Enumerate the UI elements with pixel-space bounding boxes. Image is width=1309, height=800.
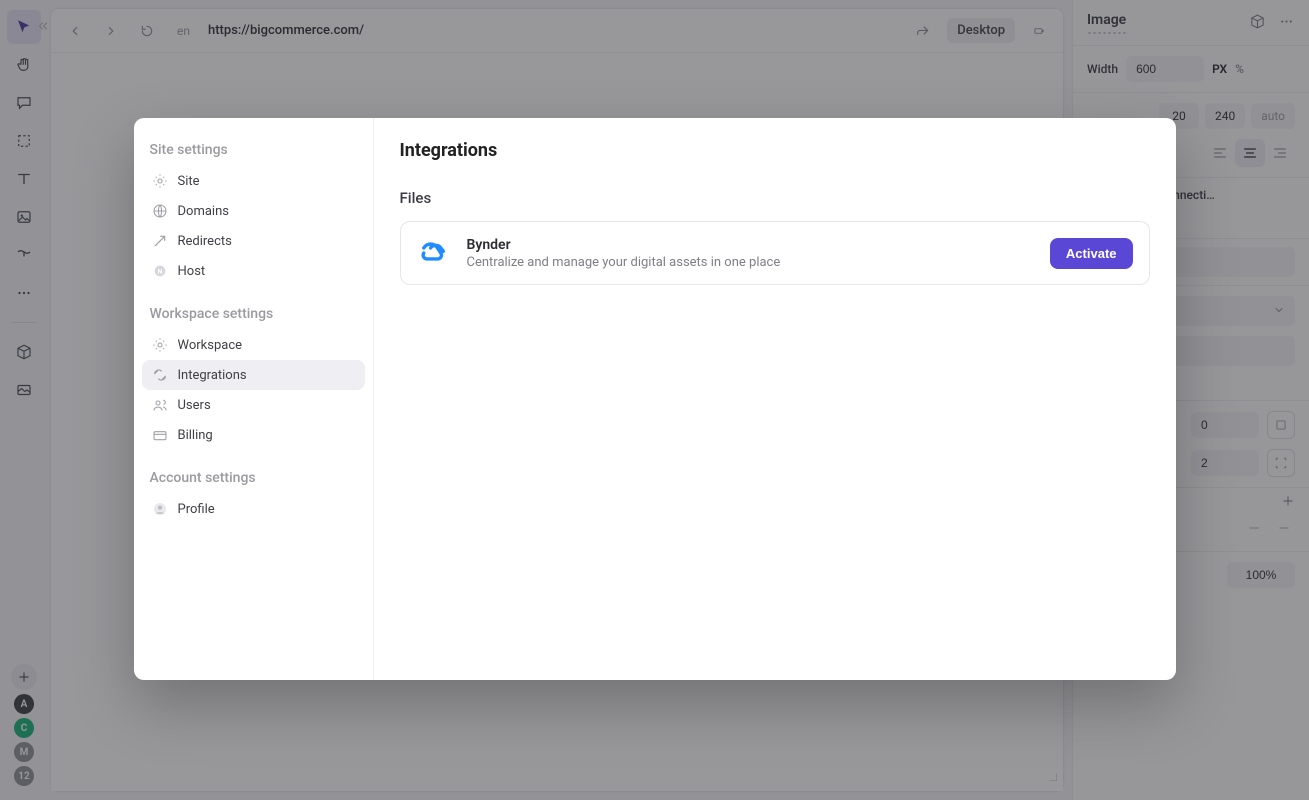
sidebar-item-label: Domains <box>178 204 229 219</box>
sidebar-item-host[interactable]: N Host <box>142 256 365 286</box>
integration-description: Centralize and manage your digital asset… <box>467 255 1034 270</box>
files-section-heading: Files <box>400 189 1150 207</box>
sidebar-item-label: Redirects <box>178 234 232 249</box>
activate-button[interactable]: Activate <box>1050 238 1133 269</box>
sidebar-item-redirects[interactable]: Redirects <box>142 226 365 256</box>
sidebar-item-label: Users <box>178 398 211 413</box>
sidebar-item-label: Site <box>178 174 200 189</box>
sidebar-item-workspace[interactable]: Workspace <box>142 330 365 360</box>
section-title-workspace: Workspace settings <box>142 298 365 330</box>
settings-page-title: Integrations <box>400 140 1150 161</box>
settings-main: Integrations Files Bynder Centralize and… <box>374 118 1176 680</box>
sidebar-item-site[interactable]: Site <box>142 166 365 196</box>
sidebar-item-profile[interactable]: Profile <box>142 494 365 524</box>
sidebar-item-integrations[interactable]: Integrations <box>142 360 365 390</box>
sidebar-item-label: Workspace <box>178 338 243 353</box>
integration-name: Bynder <box>467 237 1034 253</box>
settings-modal-overlay[interactable]: Site settings Site Domains Redirects N H… <box>0 0 1309 800</box>
settings-sidebar: Site settings Site Domains Redirects N H… <box>134 118 374 680</box>
sidebar-item-label: Billing <box>178 428 213 443</box>
sidebar-item-label: Host <box>178 264 206 279</box>
integration-card-bynder: Bynder Centralize and manage your digita… <box>400 221 1150 285</box>
svg-text:N: N <box>157 268 162 276</box>
sidebar-item-label: Profile <box>178 502 215 517</box>
settings-modal: Site settings Site Domains Redirects N H… <box>134 118 1176 680</box>
sidebar-item-users[interactable]: Users <box>142 390 365 420</box>
section-title-account: Account settings <box>142 462 365 494</box>
sidebar-item-label: Integrations <box>178 368 247 383</box>
sidebar-item-billing[interactable]: Billing <box>142 420 365 450</box>
bynder-logo-icon <box>417 236 451 270</box>
section-title-site: Site settings <box>142 134 365 166</box>
sidebar-item-domains[interactable]: Domains <box>142 196 365 226</box>
